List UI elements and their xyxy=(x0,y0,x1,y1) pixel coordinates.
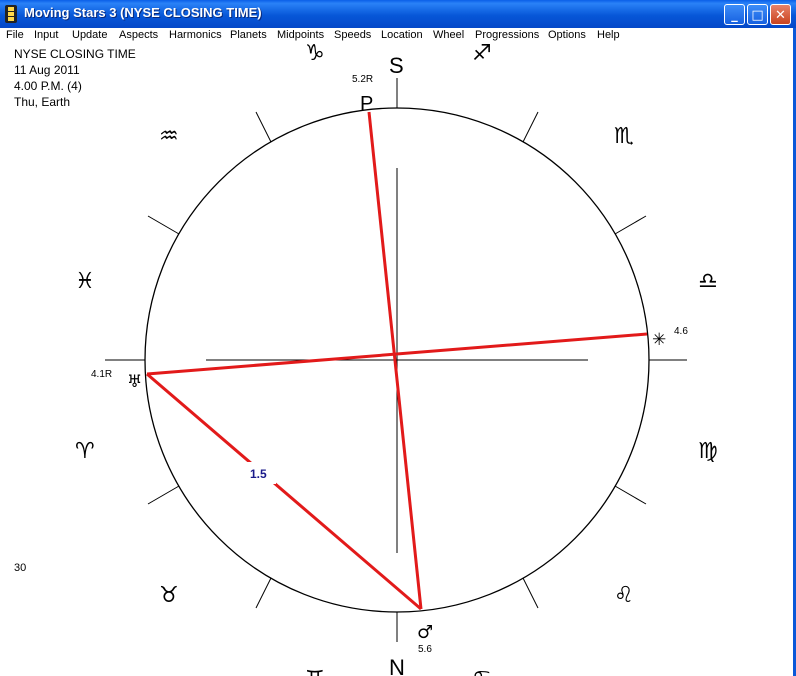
gemini-icon: ♊ xyxy=(305,667,325,676)
menu-options[interactable]: Options xyxy=(548,29,586,41)
menu-harmonics[interactable]: Harmonics xyxy=(169,29,222,41)
menu-speeds[interactable]: Speeds xyxy=(334,29,371,41)
menu-help[interactable]: Help xyxy=(597,29,620,41)
menu-aspects[interactable]: Aspects xyxy=(119,29,158,41)
pluto-icon: P xyxy=(360,93,373,115)
menu-wheel[interactable]: Wheel xyxy=(433,29,464,41)
aspect-orb-label: 1.5 xyxy=(250,467,267,481)
menu-midpoints[interactable]: Midpoints xyxy=(277,29,324,41)
leo-icon: ♌ xyxy=(614,583,634,608)
taurus-icon: ♉ xyxy=(159,583,179,608)
pluto-speed: 5.2R xyxy=(352,74,373,85)
app-traffic-light-icon[interactable] xyxy=(5,5,17,23)
aquarius-icon: ♒ xyxy=(159,124,179,149)
menu-location[interactable]: Location xyxy=(381,29,423,41)
menu-bar: File Input Update Aspects Harmonics Plan… xyxy=(0,28,796,44)
minimize-button[interactable]: _ xyxy=(724,4,745,25)
uranus-icon: ♅ xyxy=(127,372,142,392)
menu-planets[interactable]: Planets xyxy=(230,29,267,41)
menu-progressions[interactable]: Progressions xyxy=(475,29,539,41)
sagittarius-icon: ♐ xyxy=(472,44,492,66)
title-bar: Moving Stars 3 (NYSE CLOSING TIME) _ □ ✕ xyxy=(0,0,796,28)
menu-update[interactable]: Update xyxy=(72,29,107,41)
star-speed: 4.6 xyxy=(674,326,688,337)
compass-south: S xyxy=(389,53,404,78)
cancer-icon: ♋ xyxy=(472,667,492,676)
window-title: Moving Stars 3 (NYSE CLOSING TIME) xyxy=(24,5,262,20)
mars-speed: 5.6 xyxy=(418,644,432,655)
capricorn-icon: ♑ xyxy=(305,44,325,66)
maximize-button[interactable]: □ xyxy=(747,4,768,25)
menu-file[interactable]: File xyxy=(6,29,24,41)
uranus-speed: 4.1R xyxy=(91,369,112,380)
mars-icon: ♂ xyxy=(417,622,433,643)
menu-input[interactable]: Input xyxy=(34,29,58,41)
aspect-line-uranus-mars xyxy=(146,372,422,611)
aries-icon: ♈ xyxy=(75,439,95,464)
pisces-icon: ♓ xyxy=(75,269,95,294)
close-button[interactable]: ✕ xyxy=(770,4,791,25)
libra-icon: ♎ xyxy=(698,269,718,294)
virgo-icon: ♍ xyxy=(698,439,718,464)
compass-north: N xyxy=(389,655,405,676)
scorpio-icon: ♏ xyxy=(614,124,634,149)
astro-wheel[interactable]: 1.5 S N ♑ ♐ ♒ ♏ ♓ ♎ ♈ ♍ ♉ ♌ ♊ ♋ P 5.2R ♅… xyxy=(0,44,793,676)
star-icon: ✳ xyxy=(652,330,666,350)
